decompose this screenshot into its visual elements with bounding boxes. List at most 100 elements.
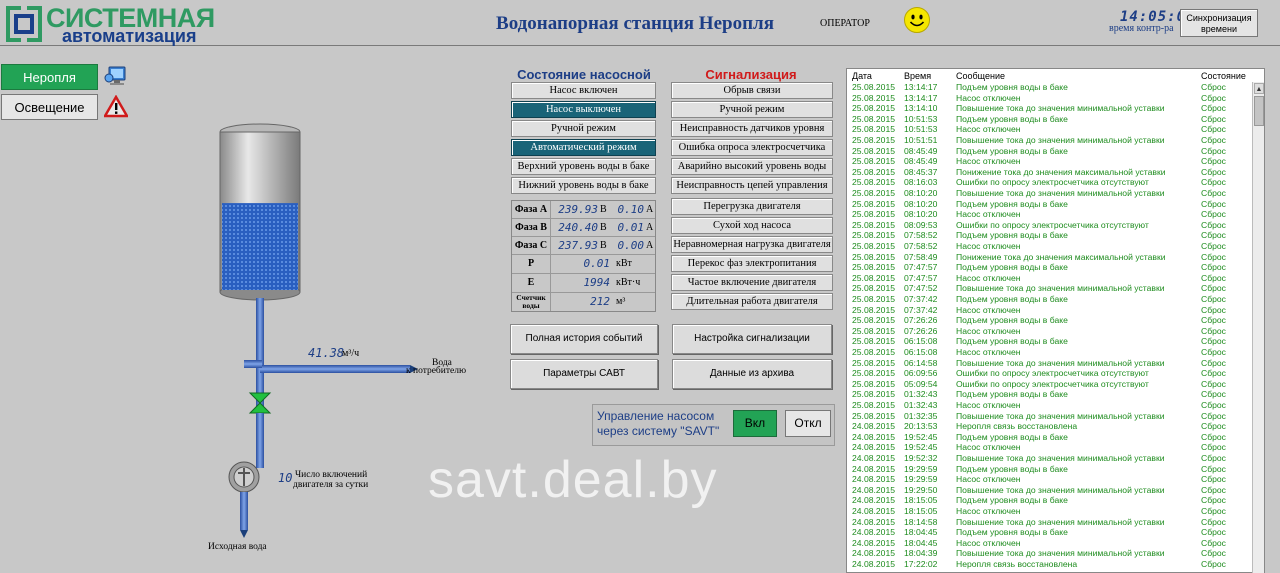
log-row[interactable]: 24.08.2015 19:29:59 Подъем уровня воды в б…	[847, 464, 1247, 475]
log-row[interactable]: 25.08.2015 13:14:17 Насос отключен Сброс	[847, 93, 1247, 104]
log-row[interactable]: 25.08.2015 06:14:58 Повышение тока до знач…	[847, 358, 1247, 369]
log-state: Сброс	[1201, 389, 1226, 400]
log-row[interactable]: 25.08.2015 07:58:52 Подъем уровня воды в б…	[847, 230, 1247, 241]
warning-icon[interactable]	[104, 95, 128, 119]
archive-data-button[interactable]: Данные из архива	[672, 359, 832, 389]
log-row[interactable]: 25.08.2015 13:14:10 Повышение тока до знач…	[847, 103, 1247, 114]
log-row[interactable]: 25.08.2015 05:09:54 Ошибки по опросу элект…	[847, 379, 1247, 390]
log-date: 24.08.2015	[852, 474, 896, 485]
log-row[interactable]: 25.08.2015 08:45:49 Насос отключен Сброс	[847, 156, 1247, 167]
log-message: Неропля связь восстановлена	[956, 421, 1078, 432]
log-row[interactable]: 24.08.2015 18:14:58 Повышение тока до знач…	[847, 517, 1247, 528]
monitor-icon[interactable]	[104, 64, 128, 88]
log-row[interactable]: 25.08.2015 07:37:42 Подъем уровня воды в б…	[847, 294, 1247, 305]
log-date: 24.08.2015	[852, 484, 896, 495]
log-row[interactable]: 24.08.2015 18:04:39 Повышение тока до знач…	[847, 548, 1247, 559]
log-row[interactable]: 25.08.2015 06:15:08 Подъем уровня воды в б…	[847, 336, 1247, 347]
phase-c-current: 0.00	[617, 239, 645, 252]
log-date: 25.08.2015	[852, 198, 896, 209]
log-row[interactable]: 24.08.2015 19:29:59 Насос отключен Сброс	[847, 474, 1247, 485]
log-row[interactable]: 24.08.2015 19:52:32 Повышение тока до знач…	[847, 453, 1247, 464]
operator-label: ОПЕРАТОР	[820, 18, 870, 29]
clock-label: время контр-ра	[1109, 23, 1174, 34]
log-date: 24.08.2015	[852, 548, 896, 559]
log-date: 24.08.2015	[852, 453, 896, 463]
pump-on-button[interactable]: Вкл	[733, 410, 777, 437]
water-meter-unit: м³	[616, 296, 626, 307]
scroll-thumb[interactable]	[1254, 96, 1264, 126]
log-row[interactable]: 25.08.2015 07:47:57 Подъем уровня воды в б…	[847, 262, 1247, 273]
pump-off-button[interactable]: Откл	[785, 410, 831, 437]
alarm-settings-button[interactable]: Настройка сигнализации	[672, 324, 832, 354]
nav-lighting-button[interactable]: Освещение	[1, 94, 98, 120]
log-row[interactable]: 25.08.2015 13:14:17 Подъем уровня воды в б…	[847, 82, 1247, 93]
logo-icon	[6, 6, 42, 42]
log-row[interactable]: 25.08.2015 07:37:42 Насос отключен Сброс	[847, 305, 1247, 316]
log-time: 19:52:32	[904, 453, 938, 463]
log-state: Сброс	[1201, 209, 1226, 220]
alarm-frequent-start: Частое включение двигателя	[671, 274, 833, 291]
log-row[interactable]: 25.08.2015 10:51:51 Повышение тока до знач…	[847, 135, 1247, 146]
log-row[interactable]: 25.08.2015 07:58:49 Понижение тока до знач…	[847, 252, 1247, 263]
log-date: 24.08.2015	[852, 431, 896, 442]
log-row[interactable]: 25.08.2015 08:10:20 Подъем уровня воды в б…	[847, 199, 1247, 210]
log-date: 25.08.2015	[852, 325, 896, 336]
log-row[interactable]: 24.08.2015 18:04:45 Насос отключен Сброс	[847, 538, 1247, 549]
log-date: 25.08.2015	[852, 135, 896, 145]
log-row[interactable]: 24.08.2015 17:22:02 Неропля связь восстано…	[847, 559, 1247, 570]
log-row[interactable]: 25.08.2015 08:45:37 Понижение тока до знач…	[847, 167, 1247, 178]
log-scrollbar[interactable]: ▲	[1252, 82, 1264, 573]
log-message: Ошибки по опросу электросчетчика отсутст…	[956, 219, 1149, 230]
log-state: Сброс	[1201, 368, 1226, 379]
log-row[interactable]: 24.08.2015 19:52:45 Насос отключен Сброс	[847, 442, 1247, 453]
log-row[interactable]: 25.08.2015 01:32:43 Насос отключен Сброс	[847, 400, 1247, 411]
sync-time-button[interactable]: Синхронизация времени	[1180, 9, 1258, 37]
starts-value: 10	[278, 471, 293, 485]
event-log[interactable]: Дата Время Сообщение Состояние 25.08.201…	[846, 68, 1265, 573]
log-row[interactable]: 24.08.2015 18:15:05 Насос отключен Сброс	[847, 506, 1247, 517]
log-row[interactable]: 24.08.2015 19:29:50 Повышение тока до знач…	[847, 485, 1247, 496]
log-row[interactable]: 25.08.2015 07:47:52 Повышение тока до знач…	[847, 283, 1247, 294]
alarm-link-loss: Обрыв связи	[671, 82, 833, 99]
log-row[interactable]: 24.08.2015 19:52:45 Подъем уровня воды в б…	[847, 432, 1247, 443]
log-header-date: Дата	[852, 71, 872, 81]
log-row[interactable]: 25.08.2015 08:09:53 Ошибки по опросу элект…	[847, 220, 1247, 231]
log-row[interactable]: 25.08.2015 10:51:53 Насос отключен Сброс	[847, 124, 1247, 135]
log-date: 25.08.2015	[852, 230, 896, 241]
log-row[interactable]: 25.08.2015 07:26:26 Насос отключен Сброс	[847, 326, 1247, 337]
log-message: Понижение тока до значения максимальной …	[956, 166, 1166, 177]
log-row[interactable]: 25.08.2015 08:16:03 Ошибки по опросу элект…	[847, 177, 1247, 188]
log-message: Насос отключен	[956, 347, 1021, 357]
nav-neroplya-button[interactable]: Неропля	[1, 64, 98, 90]
log-row[interactable]: 24.08.2015 20:13:53 Неропля связь восстано…	[847, 421, 1247, 432]
alarm-phase-imbalance: Перекос фаз электропитания	[671, 255, 833, 272]
log-row[interactable]: 25.08.2015 07:58:52 Насос отключен Сброс	[847, 241, 1247, 252]
log-row[interactable]: 25.08.2015 08:10:20 Повышение тока до знач…	[847, 188, 1247, 199]
savt-params-button[interactable]: Параметры САВТ	[510, 359, 658, 389]
log-message: Насос отключен	[956, 92, 1021, 103]
log-message: Насос отключен	[956, 156, 1021, 167]
water-out-label-2: к потребителю	[406, 366, 467, 376]
log-row[interactable]: 25.08.2015 10:51:53 Подъем уровня воды в б…	[847, 114, 1247, 125]
log-state: Сброс	[1201, 82, 1226, 92]
log-date: 25.08.2015	[852, 156, 896, 167]
log-row[interactable]: 25.08.2015 08:45:49 Подъем уровня воды в б…	[847, 146, 1247, 157]
log-state: Сброс	[1201, 251, 1226, 262]
log-time: 07:58:49	[904, 251, 938, 262]
log-time: 07:26:26	[904, 325, 938, 336]
log-message: Подъем уровня воды в баке	[956, 495, 1068, 506]
log-row[interactable]: 25.08.2015 06:15:08 Насос отключен Сброс	[847, 347, 1247, 358]
log-row[interactable]: 25.08.2015 06:09:56 Ошибки по опросу элект…	[847, 368, 1247, 379]
log-row[interactable]: 24.08.2015 18:15:05 Подъем уровня воды в б…	[847, 495, 1247, 506]
log-row[interactable]: 25.08.2015 07:26:26 Подъем уровня воды в б…	[847, 315, 1247, 326]
log-row[interactable]: 24.08.2015 18:04:45 Подъем уровня воды в б…	[847, 527, 1247, 538]
log-row[interactable]: 25.08.2015 07:47:57 Насос отключен Сброс	[847, 273, 1247, 284]
full-history-button[interactable]: Полная история событий	[510, 324, 658, 354]
log-message: Подъем уровня воды в баке	[956, 82, 1068, 92]
page-title: Водонапорная станция Неропля	[496, 13, 774, 34]
log-row[interactable]: 25.08.2015 01:32:43 Подъем уровня воды в б…	[847, 389, 1247, 400]
log-row[interactable]: 25.08.2015 01:32:35 Повышение тока до знач…	[847, 411, 1247, 422]
scroll-up-arrow[interactable]: ▲	[1254, 83, 1264, 94]
log-row[interactable]: 25.08.2015 08:10:20 Насос отключен Сброс	[847, 209, 1247, 220]
log-message: Насос отключен	[956, 506, 1021, 516]
